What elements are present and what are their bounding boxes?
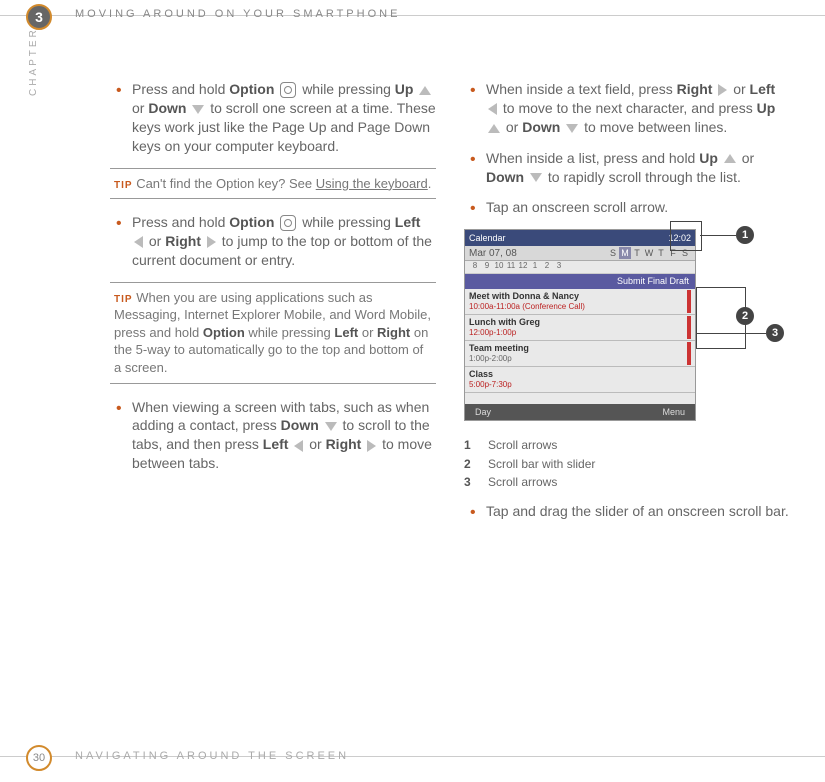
legend-row: 2Scroll bar with slider [464,456,790,472]
callout-line [700,235,736,236]
callout-box [670,221,702,251]
list-item: Press and hold Option while pressing Lef… [110,213,436,270]
device-hour-row: 89101112123 [465,261,695,274]
device-event-row: Lunch with Greg 12:00p-1:00p [465,315,695,341]
list-item: When viewing a screen with tabs, such as… [110,398,436,474]
header-title: MOVING AROUND ON YOUR SMARTPHONE [75,8,400,20]
option-key-icon [280,215,296,231]
down-arrow-icon [566,124,578,133]
callout-badge-1: 1 [736,226,754,244]
callout-badge-2: 2 [736,307,754,325]
device-event-row: Class 5:00p-7:30p [465,367,695,393]
right-column: When inside a text field, press Right or… [464,80,790,533]
device-titlebar: Calendar 12:02 [465,230,695,246]
callout-legend: 1Scroll arrows 2Scroll bar with slider 3… [464,437,790,490]
left-arrow-icon [134,236,143,248]
callout-badge-3: 3 [766,324,784,342]
chapter-number-badge: 3 [26,4,52,30]
up-arrow-icon [488,124,500,133]
device-softkeys: Day Menu [465,404,695,420]
down-arrow-icon [325,422,337,431]
device-event-row: Meet with Donna & Nancy 10:00a-11:00a (C… [465,289,695,315]
list-item: Tap an onscreen scroll arrow. [464,198,790,217]
down-arrow-icon [530,173,542,182]
right-arrow-icon [367,440,376,452]
list-item: Press and hold Option while pressing Up … [110,80,436,156]
content-area: Press and hold Option while pressing Up … [110,80,790,533]
device-event-row: Team meeting 1:00p-2:00p [465,341,695,367]
up-arrow-icon [724,154,736,163]
chapter-side-label: CHAPTER [28,27,39,96]
right-arrow-icon [207,236,216,248]
down-arrow-icon [192,105,204,114]
left-arrow-icon [488,103,497,115]
device-screenshot: Calendar 12:02 Mar 07, 08 S M T W T F S … [464,229,696,421]
footer-title: NAVIGATING AROUND THE SCREEN [75,750,349,762]
callout-line [696,333,766,334]
list-item: When inside a text field, press Right or… [464,80,790,137]
legend-row: 3Scroll arrows [464,474,790,490]
page-number-badge: 30 [26,745,52,771]
tip-box: TIP When you are using applications such… [110,282,436,384]
list-item: Tap and drag the slider of an onscreen s… [464,502,790,521]
page-footer: 30 NAVIGATING AROUND THE SCREEN [0,742,825,772]
option-key-icon [280,82,296,98]
list-item: When inside a list, press and hold Up or… [464,149,790,187]
up-arrow-icon [419,86,431,95]
legend-row: 1Scroll arrows [464,437,790,453]
device-submit-bar: Submit Final Draft [465,274,695,289]
device-date-row: Mar 07, 08 S M T W T F S [465,246,695,261]
keyboard-link[interactable]: Using the keyboard [316,176,428,191]
page-header: 3 MOVING AROUND ON YOUR SMARTPHONE [0,0,825,34]
tip-label: TIP [114,294,133,305]
left-column: Press and hold Option while pressing Up … [110,80,436,533]
right-arrow-icon [718,84,727,96]
device-screenshot-wrap: Calendar 12:02 Mar 07, 08 S M T W T F S … [464,229,790,429]
tip-label: TIP [114,180,133,191]
left-arrow-icon [294,440,303,452]
tip-box: TIP Can't find the Option key? See Using… [110,168,436,200]
